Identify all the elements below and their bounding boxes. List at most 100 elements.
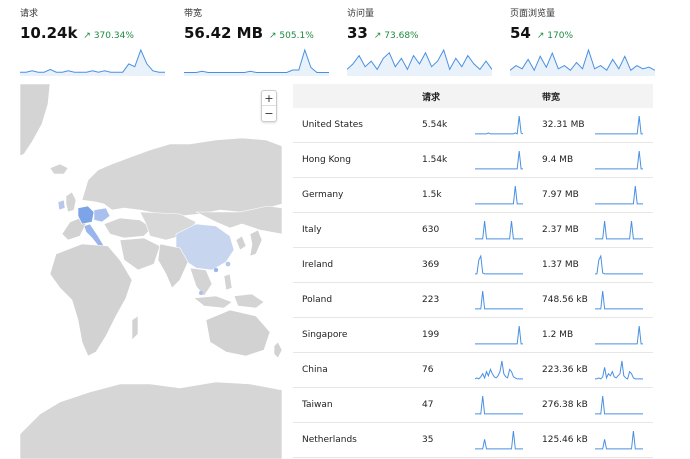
bandwidth-value: 2.37 MB [542, 225, 579, 235]
requests-sparkline [475, 115, 523, 135]
map-region[interactable] [205, 309, 271, 357]
map-region[interactable] [249, 229, 263, 257]
requests-sparkline [475, 325, 523, 345]
bandwidth-value: 9.4 MB [542, 155, 574, 165]
table-row[interactable]: Hong Kong 1.54k 9.4 MB [293, 143, 653, 178]
stat-change: ↗ 370.34% [83, 31, 134, 41]
requests-sparkline [475, 254, 523, 275]
map-region[interactable] [273, 341, 282, 359]
map-region-taiwan[interactable] [225, 261, 231, 267]
column-header-bandwidth[interactable]: 带宽 [542, 90, 560, 103]
bandwidth-sparkline [595, 360, 643, 380]
table-row[interactable]: Taiwan 47 276.38 kB [293, 388, 653, 423]
country-name: Singapore [302, 330, 348, 340]
country-name: Taiwan [302, 400, 333, 410]
map-region[interactable] [20, 381, 282, 459]
bandwidth-value: 276.38 kB [542, 400, 588, 410]
requests-sparkline [475, 150, 523, 170]
table-row[interactable]: United States 5.54k 32.31 MB [293, 108, 653, 143]
requests-value: 369 [422, 260, 440, 270]
stat-sparkline [347, 48, 492, 76]
stat-card-pageviews: 页面浏览量 54 ↗ 170% [510, 8, 660, 76]
sparkline-line [595, 395, 643, 415]
table-row[interactable]: China 76 223.36 kB [293, 353, 653, 388]
map-region[interactable] [233, 293, 265, 309]
requests-sparkline [475, 430, 523, 450]
bandwidth-value: 1.2 MB [542, 330, 574, 340]
country-name: Netherlands [302, 435, 357, 445]
map-zoom-controls: + − [261, 90, 277, 122]
map-region[interactable] [131, 315, 139, 341]
zoom-in-button[interactable]: + [262, 91, 276, 106]
stat-change: ↗ 505.1% [269, 31, 314, 41]
table-row[interactable]: Singapore 199 1.2 MB [293, 318, 653, 353]
map-region[interactable] [81, 137, 282, 217]
table-header: 请求 带宽 [293, 84, 653, 108]
sparkline-line [475, 360, 523, 380]
stat-card-bandwidth: 带宽 56.42 MB ↗ 505.1% [184, 8, 334, 76]
stat-value: 10.24k [20, 24, 78, 42]
map-region[interactable] [235, 235, 247, 251]
world-map-canvas[interactable] [20, 84, 282, 459]
stat-label: 页面浏览量 [510, 9, 556, 19]
country-table: 请求 带宽 United States 5.54k 32.31 MB Hong Kon… [293, 84, 653, 458]
stat-change: ↗ 73.68% [373, 31, 419, 41]
zoom-out-button[interactable]: − [262, 106, 276, 121]
sparkline-line [595, 115, 643, 135]
requests-sparkline [475, 185, 523, 205]
sparkline-line [475, 185, 523, 205]
requests-sparkline [475, 220, 523, 240]
bandwidth-value: 1.37 MB [542, 260, 579, 270]
requests-sparkline [475, 395, 523, 415]
sparkline-line [595, 185, 643, 205]
sparkline-line [475, 150, 523, 170]
stat-change: ↗ 170% [536, 31, 574, 41]
sparkline-line [595, 325, 643, 345]
map-region-singapore[interactable] [199, 291, 203, 295]
table-row[interactable]: Netherlands 35 125.46 kB [293, 423, 653, 458]
bandwidth-value: 32.31 MB [542, 120, 585, 130]
stats-bar: 请求 10.24k ↗ 370.34% 带宽 56.42 MB ↗ 505.1%… [0, 0, 690, 80]
map-region-germany[interactable] [77, 205, 95, 225]
sparkline-line [475, 395, 523, 415]
sparkline-area [510, 50, 655, 76]
country-name: United States [302, 120, 363, 130]
stat-sparkline [184, 48, 329, 76]
requests-value: 35 [422, 435, 434, 445]
table-row[interactable]: Poland 223 748.56 kB [293, 283, 653, 318]
map-region-poland[interactable] [93, 207, 111, 223]
map-region[interactable] [20, 84, 51, 157]
sparkline-line [475, 290, 523, 310]
sparkline-line [595, 290, 643, 310]
map-region[interactable] [193, 295, 233, 309]
stat-label: 带宽 [184, 9, 203, 19]
table-row[interactable]: Ireland 369 1.37 MB [293, 248, 653, 283]
map-region-hongkong[interactable] [213, 267, 219, 273]
stat-value: 56.42 MB [184, 24, 264, 42]
map-region[interactable] [119, 237, 161, 271]
map-region[interactable] [65, 191, 77, 213]
sparkline-line [475, 220, 523, 240]
country-name: Ireland [302, 260, 334, 270]
column-header-requests[interactable]: 请求 [422, 90, 440, 103]
map-region[interactable] [49, 243, 133, 357]
sparkline-line [595, 430, 643, 450]
map-region[interactable] [49, 163, 69, 175]
stat-sparkline [20, 48, 165, 76]
table-row[interactable]: Germany 1.5k 7.97 MB [293, 178, 653, 213]
bandwidth-sparkline [595, 115, 643, 135]
stat-sparkline [510, 48, 655, 76]
bandwidth-value: 223.36 kB [542, 365, 588, 375]
world-map[interactable] [20, 84, 282, 459]
requests-value: 47 [422, 400, 434, 410]
stat-card-requests: 请求 10.24k ↗ 370.34% [20, 8, 170, 76]
stat-value: 33 [347, 24, 368, 42]
sparkline-line [475, 325, 523, 345]
country-name: Germany [302, 190, 344, 200]
map-region-ireland[interactable] [57, 199, 66, 211]
bandwidth-sparkline [595, 290, 643, 310]
country-name: Italy [302, 225, 322, 235]
requests-value: 76 [422, 365, 434, 375]
table-row[interactable]: Italy 630 2.37 MB [293, 213, 653, 248]
map-region[interactable] [223, 273, 233, 291]
